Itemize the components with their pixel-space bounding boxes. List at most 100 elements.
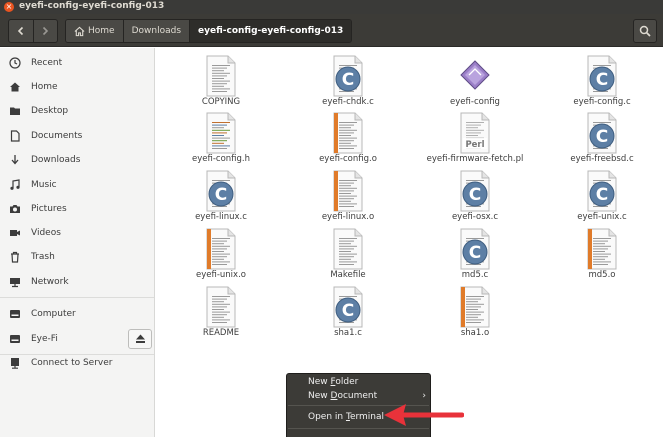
file-item[interactable]: Perl eyefi-firmware-fetch.pl [415,110,535,168]
sidebar-item-downloads[interactable]: Downloads [0,149,154,171]
sidebar-item-documents[interactable]: Documents [0,125,154,147]
menu-item-label: ocument [337,391,378,401]
file-c-icon: C [587,112,617,154]
camera-icon [8,202,22,216]
file-text-icon [206,286,236,328]
file-c-icon: C [333,286,363,328]
search-button[interactable] [633,19,657,43]
sidebar-item-label: Connect to Server [31,358,113,368]
file-item[interactable]: Makefile [288,226,408,284]
file-item[interactable]: eyefi-config [415,53,535,111]
file-item[interactable]: Csha1.c [288,284,408,342]
file-item[interactable]: Ceyefi-freebsd.c [542,110,662,168]
svg-text:C: C [469,185,481,205]
drive-icon [8,307,22,321]
file-c-icon: C [460,170,490,212]
file-object-icon [206,228,236,270]
close-icon: × [5,2,13,11]
file-item[interactable]: md5.o [542,226,662,284]
file-name: eyefi-config.o [319,154,377,164]
file-item[interactable]: Ceyefi-chdk.c [288,53,408,111]
sidebar-item-label: Pictures [31,204,67,214]
file-name: eyefi-linux.o [321,212,375,222]
video-icon [8,226,22,240]
file-item[interactable]: Cmd5.c [415,226,535,284]
home-icon [8,80,22,94]
svg-text:C: C [596,127,608,147]
sidebar-item-home[interactable]: Home [0,76,154,98]
trash-icon [8,250,22,264]
menu-item-new-folder[interactable]: New Folder [287,375,430,389]
forward-button[interactable] [34,20,58,42]
file-item[interactable]: eyefi-config.o [288,110,408,168]
menu-item-label: New [308,377,331,387]
sidebar-item-recent[interactable]: Recent [0,52,154,74]
file-name: COPYING [201,97,241,107]
file-item[interactable]: eyefi-config.h [161,110,281,168]
breadcrumb-downloads[interactable]: Downloads [123,20,191,42]
file-item[interactable]: eyefi-linux.o [288,168,408,226]
file-item[interactable]: eyefi-unix.o [161,226,281,284]
window-titlebar: × eyefi-config-eyefi-config-013 [0,0,663,14]
file-c-icon: C [206,170,236,212]
header-bar: Home Downloads eyefi-config-eyefi-config… [0,14,663,47]
sidebar-item-videos[interactable]: Videos [0,222,154,244]
file-item[interactable]: Ceyefi-unix.c [542,168,662,226]
music-note-icon [8,178,22,192]
server-icon [8,356,22,370]
file-exec-icon [460,60,490,90]
back-button[interactable] [9,20,34,42]
sidebar-item-label: Music [31,180,57,190]
chevron-right-icon [43,26,49,36]
file-name: eyefi-config.c [573,97,631,107]
file-c-icon: C [587,55,617,97]
svg-text:C: C [342,70,354,90]
breadcrumb-current[interactable]: eyefi-config-eyefi-config-013 [190,20,352,42]
file-header-icon [206,112,236,154]
file-name: eyefi-config.h [191,154,250,164]
folder-icon [8,104,22,118]
breadcrumb-label: Downloads [131,26,182,36]
sidebar-item-label: Network [31,277,69,287]
sidebar-divider [0,297,154,298]
file-item[interactable]: Ceyefi-config.c [542,53,662,111]
window-close-button[interactable]: × [4,2,14,12]
file-name: sha1.c [334,328,362,338]
file-name: README [202,328,240,338]
sidebar-item-eye-fi[interactable]: Eye-Fi [0,328,125,350]
file-text-icon [333,228,363,270]
breadcrumb-label: Home [88,26,115,36]
eject-button[interactable] [128,329,152,349]
eject-icon [135,334,145,343]
file-name: md5.c [461,270,489,280]
svg-text:C: C [596,185,608,205]
sidebar-item-trash[interactable]: Trash [0,246,154,268]
file-text-icon [206,55,236,97]
sidebar-item-music[interactable]: Music [0,174,154,196]
sidebar-item-computer[interactable]: Computer [0,303,154,325]
file-object-icon [333,112,363,154]
file-item[interactable]: COPYING [161,53,281,111]
file-item[interactable]: Ceyefi-osx.c [415,168,535,226]
file-c-icon: C [333,55,363,97]
breadcrumb-home[interactable]: Home [66,20,124,42]
file-object-icon [333,170,363,212]
sidebar-item-network[interactable]: Network [0,271,154,293]
file-name: sha1.o [460,328,490,338]
document-icon [8,129,22,143]
breadcrumb: Home Downloads eyefi-config-eyefi-config… [65,19,353,43]
network-icon [8,275,22,289]
sidebar-item-pictures[interactable]: Pictures [0,198,154,220]
sidebar-item-desktop[interactable]: Desktop [0,100,154,122]
file-name: eyefi-config [450,97,500,107]
file-object-icon [587,228,617,270]
file-name: eyefi-freebsd.c [570,154,634,164]
sidebar-item-connect-to-server[interactable]: Connect to Server [0,352,154,374]
sidebar-item-label: Downloads [31,155,81,165]
file-item[interactable]: Ceyefi-linux.c [161,168,281,226]
menu-item-label: erminal [349,412,385,422]
drive-icon [8,332,22,346]
file-item[interactable]: README [161,284,281,342]
window-title: eyefi-config-eyefi-config-013 [19,1,165,11]
file-item[interactable]: sha1.o [415,284,535,342]
